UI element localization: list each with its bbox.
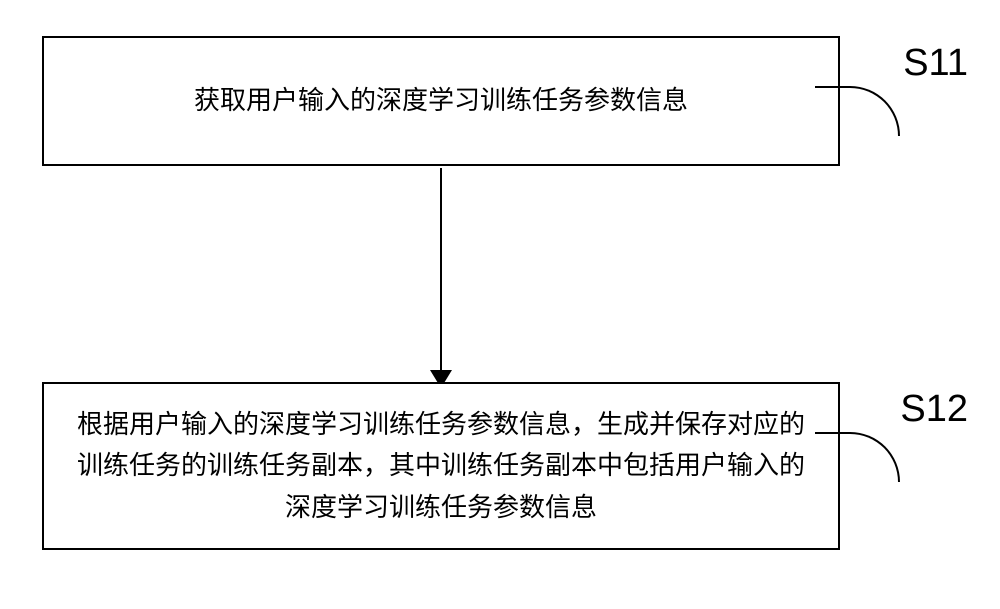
- step-label-s11: S11: [903, 42, 968, 85]
- arrow-line: [440, 168, 442, 380]
- step-text-s11: 获取用户输入的深度学习训练任务参数信息: [194, 80, 688, 122]
- step-text-s12: 根据用户输入的深度学习训练任务参数信息，生成并保存对应的训练任务的训练任务副本，…: [74, 404, 808, 529]
- step-box-s12: 根据用户输入的深度学习训练任务参数信息，生成并保存对应的训练任务的训练任务副本，…: [42, 382, 840, 550]
- connector-curve-s11: [815, 86, 900, 136]
- step-label-s12: S12: [900, 388, 968, 431]
- flowchart-diagram: 获取用户输入的深度学习训练任务参数信息 S11 根据用户输入的深度学习训练任务参…: [0, 0, 1000, 609]
- connector-curve-s12: [815, 432, 900, 482]
- step-box-s11: 获取用户输入的深度学习训练任务参数信息: [42, 36, 840, 166]
